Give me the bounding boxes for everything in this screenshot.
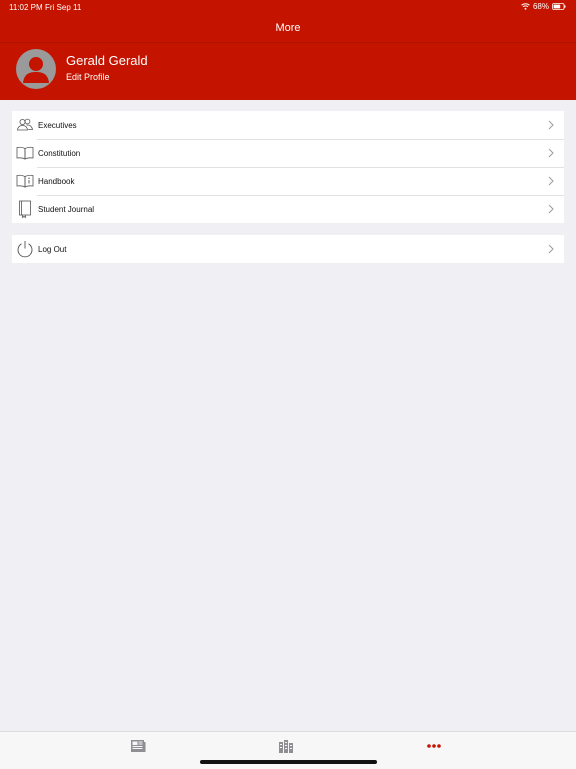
- chevron-right-icon: [548, 204, 554, 214]
- profile-header[interactable]: Gerald Gerald Edit Profile: [0, 43, 576, 100]
- battery-percent: 68%: [532, 2, 549, 11]
- chevron-right-icon: [548, 176, 554, 186]
- home-indicator: [200, 760, 377, 764]
- status-indicators: 68%: [521, 2, 566, 11]
- people-icon: [16, 116, 34, 134]
- open-book-icon: [16, 144, 34, 162]
- power-icon: [16, 240, 34, 258]
- wifi-icon: [521, 3, 530, 10]
- edit-profile-link[interactable]: Edit Profile: [66, 72, 110, 82]
- chevron-right-icon: [548, 148, 554, 158]
- logout-section: Log Out: [12, 235, 564, 263]
- logout-label: Log Out: [38, 244, 67, 254]
- news-icon: [131, 740, 146, 752]
- tab-buildings[interactable]: [276, 738, 296, 754]
- menu-item-student-journal[interactable]: Student Journal: [12, 195, 564, 223]
- chevron-right-icon: [548, 120, 554, 130]
- status-bar: 11:02 PM Fri Sep 11 68%: [0, 0, 576, 14]
- battery-icon: [552, 3, 566, 10]
- menu-list: Executives Constitution Handbook Student…: [12, 111, 564, 223]
- buildings-icon: [279, 740, 293, 753]
- profile-name: Gerald Gerald: [66, 53, 148, 68]
- menu-item-handbook[interactable]: Handbook: [12, 167, 564, 195]
- status-date: Fri Sep 11: [45, 3, 82, 12]
- menu-item-label: Constitution: [38, 148, 81, 158]
- logout-button[interactable]: Log Out: [12, 235, 564, 263]
- menu-item-executives[interactable]: Executives: [12, 111, 564, 139]
- handbook-icon: [16, 172, 34, 190]
- status-time: 11:02 PM: [9, 3, 43, 12]
- nav-bar: More: [0, 14, 576, 43]
- more-dots-icon: [427, 744, 441, 748]
- menu-item-label: Executives: [38, 120, 77, 130]
- menu-item-constitution[interactable]: Constitution: [12, 139, 564, 167]
- menu-item-label: Student Journal: [38, 204, 95, 214]
- chevron-right-icon: [548, 244, 554, 254]
- tab-news[interactable]: [128, 738, 148, 754]
- menu-item-label: Handbook: [38, 176, 75, 186]
- journal-icon: [16, 200, 34, 218]
- tab-more[interactable]: [424, 738, 444, 754]
- person-silhouette-icon: [23, 57, 49, 83]
- page-title: More: [275, 22, 301, 34]
- avatar[interactable]: [16, 49, 56, 89]
